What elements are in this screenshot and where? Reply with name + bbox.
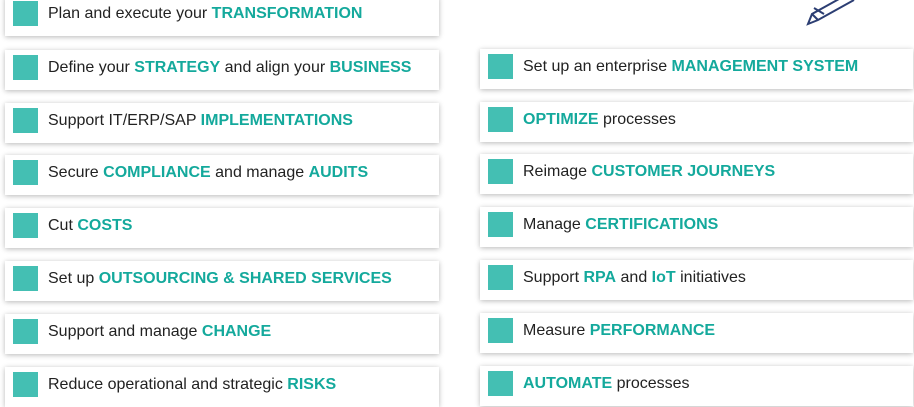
service-card: Manage CERTIFICATIONS	[480, 207, 913, 247]
plain-text: and	[616, 269, 652, 286]
service-card: Set up OUTSOURCING & SHARED SERVICES	[5, 261, 439, 301]
service-label: Support IT/ERP/SAP IMPLEMENTATIONS	[48, 103, 353, 139]
service-label: Secure COMPLIANCE and manage AUDITS	[48, 155, 368, 191]
plain-text: and manage	[210, 164, 309, 181]
plain-text: Support	[523, 269, 584, 286]
bullet-square-icon	[488, 54, 513, 79]
service-label: Measure PERFORMANCE	[523, 313, 715, 349]
bullet-square-icon	[13, 55, 38, 80]
plain-text: Set up	[48, 270, 99, 287]
service-label: Support and manage CHANGE	[48, 314, 271, 350]
highlight-text: IMPLEMENTATIONS	[200, 112, 353, 129]
service-card: AUTOMATE processes	[480, 366, 913, 406]
highlight-text: TRANSFORMATION	[211, 5, 363, 22]
service-card: Plan and execute your TRANSFORMATION	[5, 0, 439, 36]
plain-text: Secure	[48, 164, 104, 181]
plain-text: Manage	[523, 216, 586, 233]
highlight-text: CERTIFICATIONS	[585, 216, 719, 233]
plain-text: processes	[612, 375, 690, 392]
plain-text: and align your	[220, 59, 330, 76]
bullet-square-icon	[13, 108, 38, 133]
bullet-square-icon	[13, 1, 38, 26]
plain-text: Set up an enterprise	[523, 58, 672, 75]
service-card: Support IT/ERP/SAP IMPLEMENTATIONS	[5, 103, 439, 143]
bullet-square-icon	[13, 213, 38, 238]
service-card: Support RPA and IoT initiatives	[480, 260, 913, 300]
highlight-text: IoT	[651, 269, 676, 286]
plain-text: processes	[598, 111, 676, 128]
service-label: OPTIMIZE processes	[523, 102, 676, 138]
service-label: AUTOMATE processes	[523, 366, 690, 402]
bullet-square-icon	[488, 318, 513, 343]
bullet-square-icon	[488, 371, 513, 396]
bullet-square-icon	[13, 160, 38, 185]
highlight-text: COMPLIANCE	[103, 164, 211, 181]
service-card: Set up an enterprise MANAGEMENT SYSTEM	[480, 49, 913, 89]
highlight-text: COSTS	[77, 217, 133, 234]
highlight-text: RISKS	[287, 376, 337, 393]
plain-text: Measure	[523, 322, 590, 339]
service-label: Support RPA and IoT initiatives	[523, 260, 746, 296]
service-label: Set up OUTSOURCING & SHARED SERVICES	[48, 261, 392, 297]
service-label: Cut COSTS	[48, 208, 132, 244]
highlight-text: CUSTOMER JOURNEYS	[591, 163, 776, 180]
service-label: Reimage CUSTOMER JOURNEYS	[523, 154, 775, 190]
service-card: Support and manage CHANGE	[5, 314, 439, 354]
service-card: Secure COMPLIANCE and manage AUDITS	[5, 155, 439, 195]
bullet-square-icon	[488, 107, 513, 132]
plain-text: Plan and execute your	[48, 5, 212, 22]
service-card: Reduce operational and strategic RISKS	[5, 367, 439, 407]
service-label: Plan and execute your TRANSFORMATION	[48, 0, 362, 32]
highlight-text: AUDITS	[308, 164, 369, 181]
highlight-text: OPTIMIZE	[523, 111, 599, 128]
bullet-square-icon	[13, 266, 38, 291]
plain-text: Define your	[48, 59, 135, 76]
pencil-icon	[806, 0, 855, 26]
plain-text: Cut	[48, 217, 78, 234]
highlight-text: CHANGE	[201, 323, 272, 340]
bullet-square-icon	[13, 319, 38, 344]
service-card: OPTIMIZE processes	[480, 102, 913, 142]
highlight-text: AUTOMATE	[523, 375, 613, 392]
service-label: Reduce operational and strategic RISKS	[48, 367, 336, 403]
bullet-square-icon	[488, 159, 513, 184]
service-card: Measure PERFORMANCE	[480, 313, 913, 353]
plain-text: initiatives	[675, 269, 746, 286]
bullet-square-icon	[488, 265, 513, 290]
plain-text: Support and manage	[48, 323, 202, 340]
plain-text: Reduce operational and strategic	[48, 376, 288, 393]
plain-text: Reimage	[523, 163, 592, 180]
highlight-text: PERFORMANCE	[589, 322, 716, 339]
bullet-square-icon	[488, 212, 513, 237]
highlight-text: RPA	[583, 269, 617, 286]
service-card: Reimage CUSTOMER JOURNEYS	[480, 154, 913, 194]
service-label: Manage CERTIFICATIONS	[523, 207, 718, 243]
service-card: Define your STRATEGY and align your BUSI…	[5, 50, 439, 90]
service-label: Define your STRATEGY and align your BUSI…	[48, 50, 411, 86]
service-label: Set up an enterprise MANAGEMENT SYSTEM	[523, 49, 858, 85]
highlight-text: BUSINESS	[329, 59, 412, 76]
plain-text: Support IT/ERP/SAP	[48, 112, 201, 129]
highlight-text: OUTSOURCING & SHARED SERVICES	[98, 270, 392, 287]
bullet-square-icon	[13, 372, 38, 397]
service-card: Cut COSTS	[5, 208, 439, 248]
highlight-text: STRATEGY	[134, 59, 221, 76]
highlight-text: MANAGEMENT SYSTEM	[671, 58, 859, 75]
